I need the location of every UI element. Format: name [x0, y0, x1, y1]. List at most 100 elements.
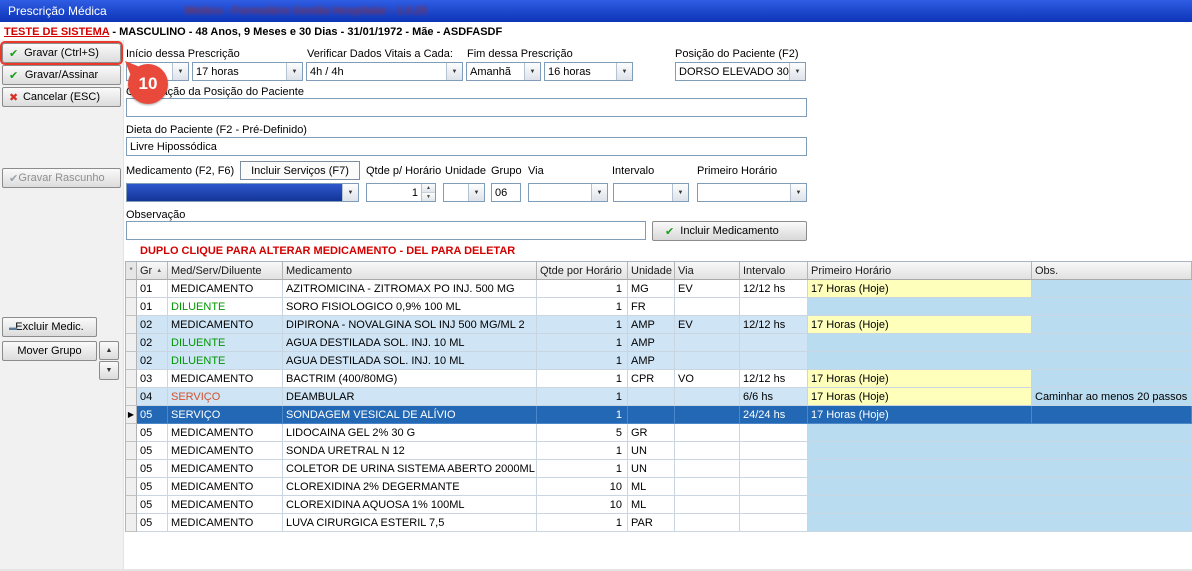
titlebar: Prescrição Médica Médico - Formulário Ge…	[0, 0, 1192, 22]
chevron-down-icon: ▼	[672, 184, 688, 201]
primeiro-horario-select[interactable]: ▼	[697, 183, 807, 202]
column-header-via[interactable]: Via	[675, 262, 740, 280]
table-row[interactable]: 02DILUENTEAGUA DESTILADA SOL. INJ. 10 ML…	[125, 352, 1192, 370]
obs-posicao-input[interactable]	[126, 98, 807, 117]
cancel-button[interactable]: ✖ Cancelar (ESC)	[2, 87, 121, 107]
save-draft-button[interactable]: ✔ Gravar Rascunho	[2, 168, 121, 188]
grid-cell	[740, 496, 808, 514]
grid-cell: 05	[137, 514, 168, 532]
move-group-button[interactable]: Mover Grupo	[2, 341, 97, 361]
grid-cell: DILUENTE	[168, 298, 283, 316]
grid-cell: MEDICAMENTO	[168, 478, 283, 496]
posicao-select[interactable]: DORSO ELEVADO 30 G ▼	[675, 62, 806, 81]
dieta-input[interactable]	[126, 137, 807, 156]
grid-cell: 1	[537, 334, 628, 352]
table-row[interactable]: 05MEDICAMENTOLIDOCAINA GEL 2% 30 G5GR	[125, 424, 1192, 442]
grid-cell	[808, 514, 1032, 532]
fim-label: Fim dessa Prescrição	[467, 48, 573, 60]
arrow-down-icon: ▼	[106, 367, 113, 374]
qtde-stepper[interactable]: 1 ▲ ▼	[366, 183, 436, 202]
grid-cell: 02	[137, 316, 168, 334]
grid-cell	[1032, 370, 1192, 388]
grid-cell	[808, 298, 1032, 316]
grid-cell	[125, 496, 137, 514]
grid-cell: SERVIÇO	[168, 406, 283, 424]
column-header-tipo[interactable]: Med/Serv/Diluente	[168, 262, 283, 280]
grid-cell: 05	[137, 496, 168, 514]
observacao-input[interactable]	[126, 221, 646, 240]
incluir-medicamento-button[interactable]: ✔ Incluir Medicamento	[652, 221, 807, 241]
vitais-select[interactable]: 4h / 4h ▼	[306, 62, 463, 81]
grid-cell	[125, 424, 137, 442]
selector-column-header[interactable]: *	[125, 262, 137, 280]
grid-cell	[675, 514, 740, 532]
delete-med-button[interactable]: ▬ Excluir Medic.	[2, 317, 97, 337]
grupo-input[interactable]	[491, 183, 521, 202]
table-row[interactable]: 05MEDICAMENTOCLOREXIDINA AQUOSA 1% 100ML…	[125, 496, 1192, 514]
grid-cell: 12/12 hs	[740, 316, 808, 334]
table-row[interactable]: 05MEDICAMENTOSONDA URETRAL N 121UN	[125, 442, 1192, 460]
incluir-servicos-button[interactable]: Incluir Serviços (F7)	[240, 161, 360, 180]
via-select[interactable]: ▼	[528, 183, 608, 202]
check-icon: ✔	[9, 47, 18, 60]
move-group-up-button[interactable]: ▲	[99, 341, 119, 360]
table-row[interactable]: 03MEDICAMENTOBACTRIM (400/80MG)1CPRVO12/…	[125, 370, 1192, 388]
grid-cell: 10	[537, 496, 628, 514]
table-row[interactable]: 05MEDICAMENTOCOLETOR DE URINA SISTEMA AB…	[125, 460, 1192, 478]
grid-cell	[628, 406, 675, 424]
column-header-gr[interactable]: Gr ▲	[137, 262, 168, 280]
table-row[interactable]: 02DILUENTEAGUA DESTILADA SOL. INJ. 10 ML…	[125, 334, 1192, 352]
spin-up-icon[interactable]: ▲	[422, 184, 435, 193]
table-row[interactable]: 01MEDICAMENTOAZITROMICINA - ZITROMAX PO …	[125, 280, 1192, 298]
grid-cell	[808, 478, 1032, 496]
column-header-intervalo[interactable]: Intervalo	[740, 262, 808, 280]
save-button[interactable]: ✔ Gravar (Ctrl+S)	[2, 43, 121, 63]
grid-cell	[125, 460, 137, 478]
column-header-medicamento[interactable]: Medicamento	[283, 262, 537, 280]
chevron-down-icon: ▼	[468, 184, 484, 201]
grid-cell: MEDICAMENTO	[168, 280, 283, 298]
grid-cell	[628, 388, 675, 406]
system-alert-label: TESTE DE SISTEMA	[4, 26, 109, 38]
intervalo-select[interactable]: ▼	[613, 183, 689, 202]
unidade-select[interactable]: ▼	[443, 183, 485, 202]
table-row[interactable]: 02MEDICAMENTODIPIRONA - NOVALGINA SOL IN…	[125, 316, 1192, 334]
save-sign-button[interactable]: ✔ Gravar/Assinar	[2, 65, 121, 85]
grid-cell: 1	[537, 280, 628, 298]
inicio-time-select[interactable]: 17 horas ▼	[192, 62, 303, 81]
grid-cell	[1032, 478, 1192, 496]
table-row[interactable]: 01DILUENTESORO FISIOLOGICO 0,9% 100 ML1F…	[125, 298, 1192, 316]
grid-cell	[1032, 298, 1192, 316]
grid-cell	[675, 334, 740, 352]
grid-cell: 17 Horas (Hoje)	[808, 388, 1032, 406]
grid-cell: MEDICAMENTO	[168, 496, 283, 514]
medicamento-select[interactable]: ▼	[126, 183, 359, 202]
grid-cell	[125, 442, 137, 460]
spin-down-icon[interactable]: ▼	[422, 193, 435, 201]
table-row[interactable]: 05MEDICAMENTOLUVA CIRURGICA ESTERIL 7,51…	[125, 514, 1192, 532]
grid-cell: 02	[137, 352, 168, 370]
grid-cell: MEDICAMENTO	[168, 424, 283, 442]
table-row[interactable]: ▶05SERVIÇOSONDAGEM VESICAL DE ALÍVIO124/…	[125, 406, 1192, 424]
column-header-qtde[interactable]: Qtde por Horário	[537, 262, 628, 280]
fim-day-select[interactable]: Amanhã ▼	[466, 62, 541, 81]
column-header-unidade[interactable]: Unidade	[628, 262, 675, 280]
column-header-obs[interactable]: Obs.	[1032, 262, 1192, 280]
table-row[interactable]: 05MEDICAMENTOCLOREXIDINA 2% DEGERMANTE10…	[125, 478, 1192, 496]
patient-header: TESTE DE SISTEMA - MASCULINO - 48 Anos, …	[4, 26, 502, 38]
grid-cell	[808, 460, 1032, 478]
grid-cell	[125, 334, 137, 352]
grid-cell: SONDA URETRAL N 12	[283, 442, 537, 460]
grid-cell: ML	[628, 478, 675, 496]
grid-cell: AMP	[628, 316, 675, 334]
incluir-medicamento-label: Incluir Medicamento	[680, 225, 778, 237]
move-group-down-button[interactable]: ▼	[99, 361, 119, 380]
fim-time-select[interactable]: 16 horas ▼	[544, 62, 633, 81]
column-header-primeiro[interactable]: Primeiro Horário	[808, 262, 1032, 280]
table-row[interactable]: 04SERVIÇODEAMBULAR16/6 hs17 Horas (Hoje)…	[125, 388, 1192, 406]
grid-cell: 17 Horas (Hoje)	[808, 406, 1032, 424]
medicamento-label: Medicamento (F2, F6)	[126, 165, 234, 177]
grid-cell: 04	[137, 388, 168, 406]
grid-cell	[125, 388, 137, 406]
grid-cell	[740, 298, 808, 316]
